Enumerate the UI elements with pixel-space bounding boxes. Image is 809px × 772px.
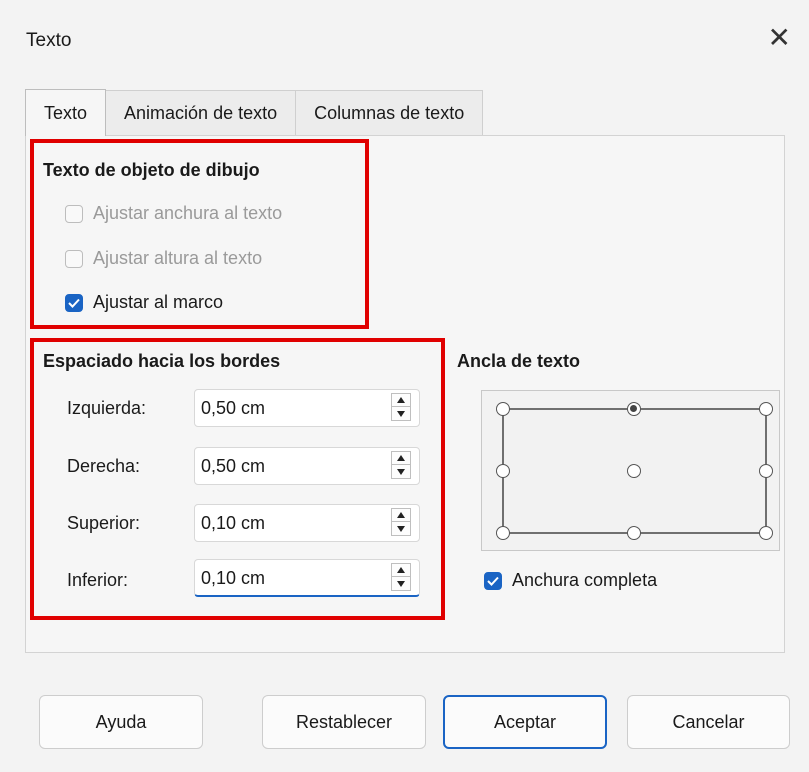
left-spacing-field[interactable]: [194, 389, 420, 427]
reset-button[interactable]: Restablecer: [262, 695, 426, 749]
anchor-middle-right[interactable]: [759, 464, 773, 478]
checkmark-icon: [487, 576, 499, 586]
help-button[interactable]: Ayuda: [39, 695, 203, 749]
drawing-text-section-title: Texto de objeto de dibujo: [43, 160, 260, 180]
spacing-section-title: Espaciado hacia los bordes: [43, 351, 281, 371]
anchor-bottom-right[interactable]: [759, 526, 773, 540]
anchor-section-title: Ancla de texto: [457, 351, 581, 371]
top-spacing-input[interactable]: [201, 511, 371, 535]
dialog-title: Texto: [26, 30, 72, 51]
full-width-label: Anchura completa: [512, 570, 658, 590]
spin-down-icon[interactable]: [391, 577, 411, 591]
fit-frame-checkbox[interactable]: [65, 293, 83, 312]
left-spacing-input[interactable]: [201, 396, 371, 420]
text-anchor-grid: [481, 390, 780, 551]
anchor-middle-center[interactable]: [627, 464, 641, 478]
fit-height-option[interactable]: Ajustar altura al texto: [65, 248, 262, 269]
right-spacing-input[interactable]: [201, 454, 371, 478]
left-spacing-label: Izquierda:: [67, 398, 147, 418]
spin-up-icon[interactable]: [391, 451, 411, 465]
tab-bar: Texto Animación de texto Columnas de tex…: [25, 89, 484, 136]
anchor-middle-left[interactable]: [496, 464, 510, 478]
bottom-spacing-input[interactable]: [201, 566, 371, 590]
bottom-spacing-field[interactable]: [194, 559, 420, 597]
close-icon[interactable]: ✕: [768, 24, 791, 52]
left-spacing-stepper[interactable]: [391, 393, 411, 423]
spin-down-icon[interactable]: [391, 522, 411, 536]
fit-width-checkbox[interactable]: [65, 204, 83, 223]
top-spacing-stepper[interactable]: [391, 508, 411, 538]
fit-height-label: Ajustar altura al texto: [93, 248, 263, 268]
top-spacing-field[interactable]: [194, 504, 420, 542]
tab-animacion-de-texto[interactable]: Animación de texto: [105, 90, 297, 135]
fit-frame-option[interactable]: Ajustar al marco: [65, 292, 223, 313]
anchor-top-right[interactable]: [759, 402, 773, 416]
top-spacing-label: Superior:: [67, 513, 141, 533]
ok-button[interactable]: Aceptar: [443, 695, 607, 749]
spin-down-icon[interactable]: [391, 407, 411, 421]
bottom-spacing-stepper[interactable]: [391, 563, 411, 593]
spin-up-icon[interactable]: [391, 563, 411, 577]
spin-up-icon[interactable]: [391, 393, 411, 407]
anchor-bottom-center[interactable]: [627, 526, 641, 540]
spin-up-icon[interactable]: [391, 508, 411, 522]
fit-height-checkbox[interactable]: [65, 249, 83, 268]
tab-columnas-de-texto[interactable]: Columnas de texto: [295, 90, 484, 135]
anchor-top-left[interactable]: [496, 402, 510, 416]
checkmark-icon: [68, 298, 80, 308]
right-spacing-field[interactable]: [194, 447, 420, 485]
full-width-option[interactable]: Anchura completa: [484, 570, 657, 591]
anchor-top-center[interactable]: [627, 402, 641, 416]
fit-frame-label: Ajustar al marco: [93, 292, 224, 312]
spin-down-icon[interactable]: [391, 465, 411, 479]
full-width-checkbox[interactable]: [484, 571, 502, 590]
fit-width-option[interactable]: Ajustar anchura al texto: [65, 203, 282, 224]
anchor-bottom-left[interactable]: [496, 526, 510, 540]
tab-texto[interactable]: Texto: [25, 89, 107, 136]
cancel-button[interactable]: Cancelar: [627, 695, 790, 749]
right-spacing-stepper[interactable]: [391, 451, 411, 481]
bottom-spacing-label: Inferior:: [67, 570, 129, 590]
fit-width-label: Ajustar anchura al texto: [93, 203, 283, 223]
right-spacing-label: Derecha:: [67, 456, 141, 476]
